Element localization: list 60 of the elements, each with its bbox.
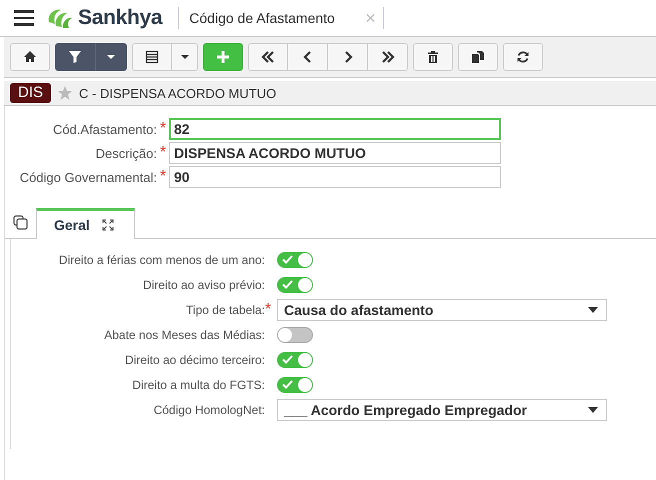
expand-icon[interactable]: [102, 219, 114, 231]
option-label: Direito a férias com menos de um ano:: [58, 252, 265, 269]
check-icon: [282, 380, 293, 389]
last-button[interactable]: [368, 43, 408, 71]
page-title: Código de Afastamento: [189, 10, 336, 26]
star-icon[interactable]: [57, 85, 74, 101]
next-button[interactable]: [328, 43, 368, 71]
brand-name: Sankhya: [78, 6, 162, 30]
check-icon: [282, 280, 293, 289]
dropdown-field[interactable]: ___ Acordo Empregado Empregador: [277, 399, 607, 421]
dropdown-field[interactable]: Causa do afastamento: [277, 299, 607, 321]
toggle-switch[interactable]: [277, 252, 313, 268]
home-icon: [23, 50, 37, 64]
option-label: Direito a multa do FGTS:: [131, 377, 265, 394]
grid-button[interactable]: [132, 43, 172, 71]
option-label: Código HomologNet:: [152, 402, 265, 419]
copy-icon[interactable]: [13, 215, 28, 230]
text-field[interactable]: 82: [169, 118, 501, 140]
record-badge: DIS: [10, 83, 52, 103]
caret-icon: [588, 407, 598, 413]
record-title: C - DISPENSA ACORDO MUTUO: [79, 86, 276, 100]
option-label: Direito ao décimo terceiro:: [124, 352, 265, 369]
add-button[interactable]: [203, 43, 243, 71]
caret-icon: [588, 307, 598, 313]
refresh-icon: [516, 50, 530, 64]
text-field[interactable]: 90: [169, 166, 501, 188]
check-icon: [282, 355, 293, 364]
required-mark: *: [158, 167, 168, 187]
plus-icon: [216, 50, 230, 64]
option-label: Abate nos Meses das Médias:: [103, 327, 265, 344]
field-label: Descrição:: [94, 146, 157, 160]
field-label: Código Governamental:: [18, 170, 157, 184]
toggle-switch[interactable]: [277, 327, 313, 343]
tab[interactable]: Geral: [36, 208, 135, 239]
toggle-switch[interactable]: [277, 277, 313, 293]
previous-button[interactable]: [288, 43, 328, 71]
option-label: Direito ao aviso prévio:: [142, 277, 265, 294]
check-icon: [282, 255, 293, 264]
double-right-icon: [380, 50, 394, 64]
duplicate-button[interactable]: [458, 43, 498, 71]
refresh-button[interactable]: [503, 43, 543, 71]
delete-button[interactable]: [413, 43, 453, 71]
field-label: Cód.Afastamento:: [52, 122, 157, 136]
required-mark: *: [265, 300, 272, 320]
trash-icon: [426, 50, 440, 64]
double-left-icon: [261, 50, 275, 64]
copy-icon: [471, 50, 485, 64]
first-button[interactable]: [248, 43, 288, 71]
required-mark: *: [158, 143, 168, 163]
home-button[interactable]: [10, 43, 50, 71]
option-label: Tipo de tabela:: [185, 302, 265, 319]
toggle-switch[interactable]: [277, 377, 313, 393]
text-field[interactable]: DISPENSA ACORDO MUTUO: [169, 142, 501, 164]
menu-icon[interactable]: [14, 10, 34, 26]
dropdown-button[interactable]: [95, 43, 127, 71]
required-mark: *: [158, 119, 168, 139]
filter-icon: [68, 50, 82, 64]
grid-icon: [145, 50, 159, 64]
toggle-switch[interactable]: [277, 352, 313, 368]
filter-button[interactable]: [55, 43, 95, 71]
